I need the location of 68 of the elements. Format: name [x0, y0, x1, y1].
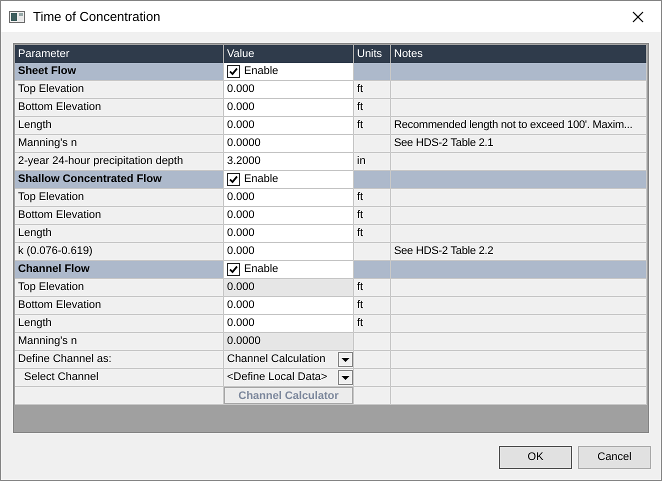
parameter-label: Top Elevation [18, 190, 84, 206]
value-cell[interactable]: 0.000 [224, 279, 354, 297]
checkbox[interactable] [227, 263, 240, 276]
parameter-label: 2-year 24-hour precipitation depth [18, 154, 184, 170]
table-cell [354, 171, 391, 189]
value-cell[interactable]: 0.0000 [224, 135, 354, 153]
value-cell[interactable]: 0.000 [224, 243, 354, 261]
app-icon [9, 10, 25, 22]
table-cell [354, 351, 391, 369]
parameter-label: Select Channel [24, 370, 99, 386]
table-cell [354, 243, 391, 261]
dialog-button[interactable]: Cancel [578, 446, 651, 469]
checkbox[interactable] [227, 65, 240, 78]
value-cell[interactable]: 0.000 [224, 189, 354, 207]
units-cell: in [354, 153, 391, 171]
table-cell [354, 135, 391, 153]
dropdown[interactable]: <Define Local Data> [224, 369, 354, 387]
table-cell [354, 63, 391, 81]
parameter-label: Manning's n [18, 136, 77, 152]
parameter-label: Length [18, 118, 52, 134]
parameter-label: Bottom Elevation [18, 208, 102, 224]
notes-cell: See HDS-2 Table 2.1 [391, 135, 647, 153]
checkmark-icon [229, 175, 238, 184]
value-cell[interactable]: 0.000 [224, 207, 354, 225]
units-cell: ft [354, 315, 391, 333]
value-cell[interactable]: 3.2000 [224, 153, 354, 171]
parameter-label: Top Elevation [18, 82, 84, 98]
value-cell[interactable]: 0.000 [224, 315, 354, 333]
value-cell[interactable]: 0.000 [224, 117, 354, 135]
value-cell[interactable]: 0.000 [224, 297, 354, 315]
parameter-label: Length [18, 316, 52, 332]
checkbox[interactable] [227, 173, 240, 186]
parameter-label: Manning's n [18, 334, 77, 350]
units-cell: ft [354, 99, 391, 117]
table-cell [354, 261, 391, 279]
units-cell: ft [354, 297, 391, 315]
section-title: Shallow Concentrated Flow [15, 171, 224, 189]
parameter-label: Length [18, 226, 52, 242]
notes-cell: See HDS-2 Table 2.2 [391, 243, 647, 261]
units-cell: ft [354, 225, 391, 243]
units-cell: ft [354, 117, 391, 135]
section-title: Channel Flow [15, 261, 224, 279]
units-cell: ft [354, 189, 391, 207]
units-cell: ft [354, 279, 391, 297]
close-icon[interactable] [632, 10, 644, 22]
value-cell[interactable]: 0.0000 [224, 333, 354, 351]
units-cell: ft [354, 207, 391, 225]
notes-cell: Recommended length not to exceed 100'. Maxim... [391, 117, 647, 135]
checkmark-icon [229, 67, 238, 76]
section-title: Sheet Flow [15, 63, 224, 81]
checkmark-icon [229, 265, 238, 274]
enable-checkbox[interactable]: Enable [224, 261, 354, 279]
parameter-label: k (0.076-0.619) [18, 244, 93, 260]
dropdown[interactable]: Channel Calculation [224, 351, 354, 369]
table-cell [354, 333, 391, 351]
value-cell[interactable]: 0.000 [224, 225, 354, 243]
table-cell [354, 369, 391, 387]
parameter-label: Top Elevation [18, 280, 84, 296]
parameter-label: Define Channel as: [18, 352, 112, 368]
enable-checkbox[interactable]: Enable [224, 171, 354, 189]
value-cell[interactable]: 0.000 [224, 81, 354, 99]
enable-checkbox[interactable]: Enable [224, 63, 354, 81]
dialog-button[interactable]: OK [499, 446, 572, 469]
value-cell[interactable]: 0.000 [224, 99, 354, 117]
parameter-label: Bottom Elevation [18, 298, 102, 314]
window-title: Time of Concentration [33, 8, 162, 26]
units-cell: ft [354, 81, 391, 99]
parameter-label: Bottom Elevation [18, 100, 102, 116]
